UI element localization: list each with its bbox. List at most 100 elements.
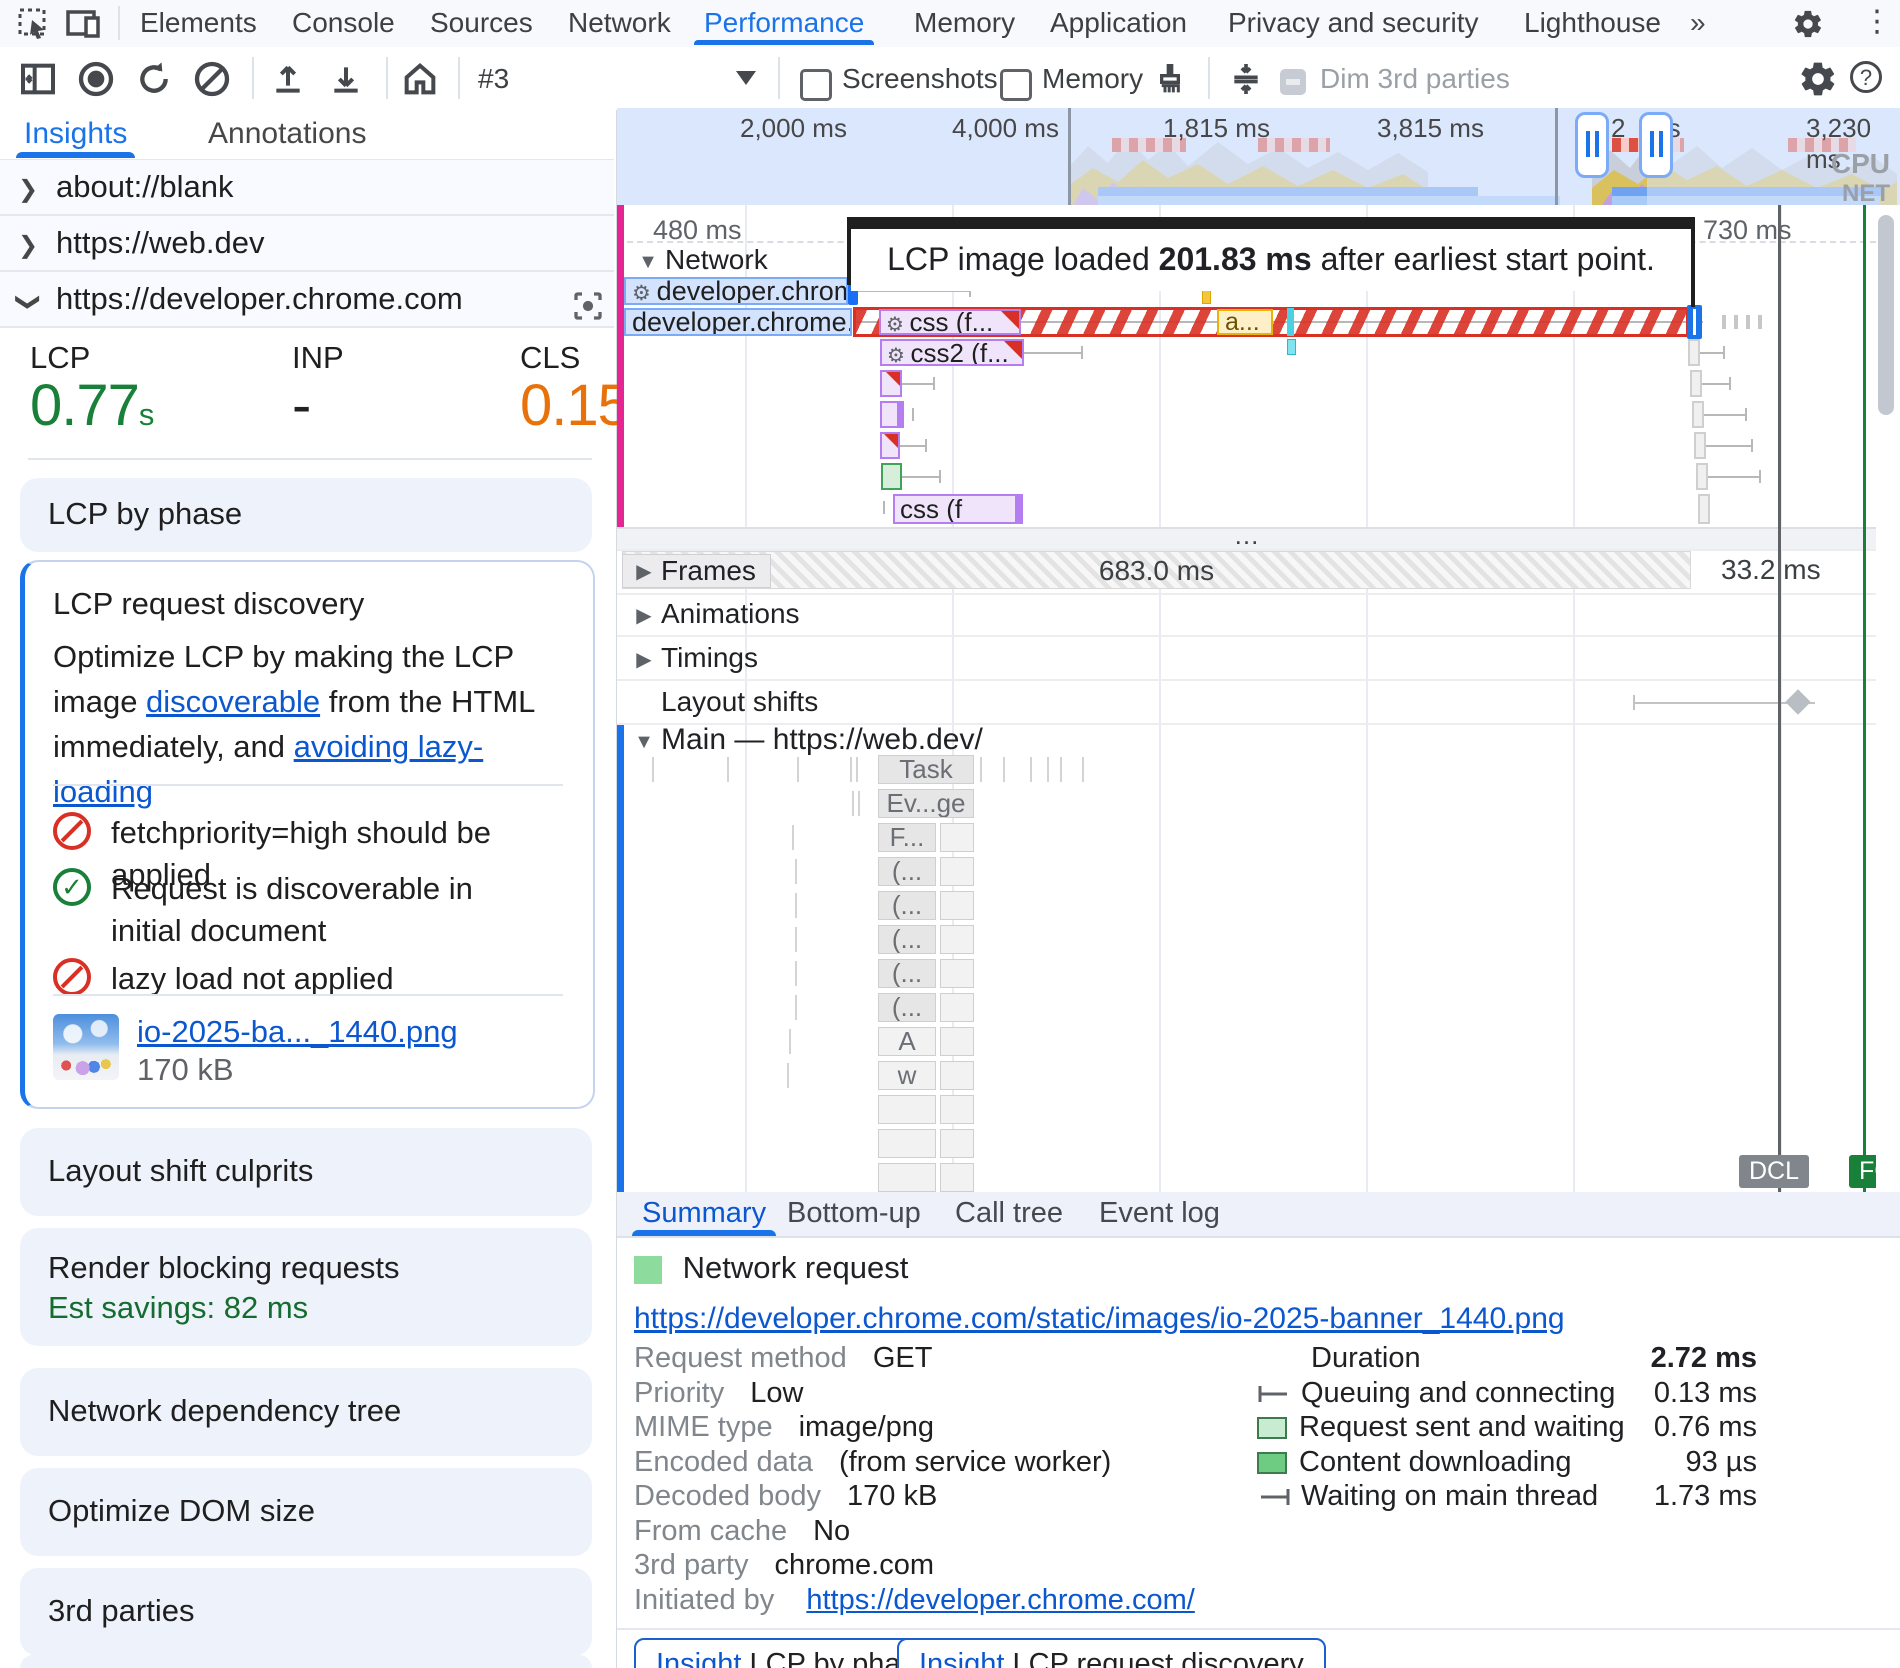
main-block[interactable]: (...	[878, 891, 936, 920]
panel-settings-gear-icon[interactable]	[1798, 59, 1838, 99]
gc-brush-icon[interactable]	[1150, 59, 1190, 99]
lcp-image-filename-link[interactable]: io-2025-ba..._1440.png	[137, 1014, 458, 1050]
panel-tab-elements[interactable]: Elements	[136, 0, 261, 45]
device-toolbar-icon[interactable]	[66, 8, 102, 42]
main-block[interactable]	[878, 1095, 936, 1124]
expand-triangle-icon[interactable]: ▶	[627, 595, 661, 637]
panel-tab-performance[interactable]: Performance	[700, 0, 868, 45]
panel-tab-memory[interactable]: Memory	[910, 0, 1019, 45]
main-block[interactable]	[940, 891, 974, 920]
kebab-menu-icon[interactable]: ⋮	[1862, 4, 1892, 39]
request-bar-css3[interactable]: css (f	[893, 494, 1023, 524]
chevron-right-icon[interactable]: ❯	[0, 219, 56, 273]
track-animations[interactable]: ▶Animations	[617, 593, 1876, 637]
insight-card-network-dependency-tree[interactable]: Network dependency tree	[20, 1368, 592, 1456]
request-bar-small[interactable]	[880, 370, 902, 397]
screenshots-checkbox[interactable]	[800, 69, 832, 101]
network-track-header[interactable]: ▼Network	[631, 245, 768, 275]
main-block[interactable]: (...	[878, 857, 936, 886]
network-request-row2-label[interactable]: developer.chrome...	[624, 308, 852, 336]
request-bar-small[interactable]	[880, 401, 904, 428]
lcp-image-thumbnail[interactable]	[53, 1014, 119, 1080]
main-block[interactable]	[940, 925, 974, 954]
main-block[interactable]	[940, 857, 974, 886]
track-timings[interactable]: ▶Timings	[617, 637, 1876, 681]
lcp-request-discovery-card[interactable]: LCP request discovery Optimize LCP by ma…	[20, 560, 595, 1109]
main-block[interactable]: (...	[878, 959, 936, 988]
collapsed-request[interactable]	[1692, 401, 1704, 428]
dcl-badge[interactable]: DCL	[1739, 1155, 1809, 1188]
details-tab-call-tree[interactable]: Call tree	[955, 1192, 1063, 1234]
sidebar-nav-2[interactable]: ❯https://web.dev	[0, 216, 614, 272]
insight-card-render-blocking-requests[interactable]: Render blocking requestsEst savings: 82 …	[20, 1228, 592, 1346]
main-block[interactable]: (...	[878, 925, 936, 954]
collapsed-request[interactable]	[1690, 370, 1702, 397]
main-block[interactable]	[940, 993, 974, 1022]
main-block[interactable]: A	[878, 1027, 936, 1056]
lcp-annotation[interactable]: LCP image loaded 201.83 ms after earlies…	[847, 217, 1695, 307]
initiator-link[interactable]: https://developer.chrome.com/	[806, 1584, 1194, 1616]
panel-tab-console[interactable]: Console	[288, 0, 399, 45]
download-profile-icon[interactable]	[326, 59, 366, 99]
tab-annotations[interactable]: Annotations	[208, 110, 366, 158]
collapsed-request[interactable]	[1688, 339, 1700, 366]
request-bar-a[interactable]: a...	[1217, 309, 1273, 335]
panel-tab-lighthouse[interactable]: Lighthouse	[1520, 0, 1665, 45]
settings-gear-icon[interactable]	[1792, 8, 1824, 40]
flame-chart[interactable]: 480 ms 730 ms ▼Network ⚙ developer.chrom…	[617, 205, 1876, 1192]
inspect-icon[interactable]	[18, 8, 52, 42]
overview-handle-left[interactable]	[1575, 112, 1609, 178]
network-request-row1-label[interactable]: ⚙ developer.chrom...	[624, 277, 848, 305]
expand-rows-button[interactable]: …	[617, 527, 1876, 551]
main-block[interactable]: (...	[878, 993, 936, 1022]
main-block[interactable]: Task	[878, 755, 974, 784]
details-tab-bottom-up[interactable]: Bottom-up	[787, 1192, 921, 1234]
home-icon[interactable]	[400, 59, 440, 99]
insight-card-3rd-parties[interactable]: 3rd parties	[20, 1568, 592, 1656]
collapsed-request[interactable]	[1694, 432, 1706, 459]
sidebar-nav-3[interactable]: ❯https://developer.chrome.com	[0, 272, 614, 328]
memory-label[interactable]: Memory	[1042, 47, 1143, 110]
main-block[interactable]	[940, 1027, 974, 1056]
more-tabs-chevron[interactable]: »	[1686, 0, 1710, 45]
insight-card-partial[interactable]	[20, 1655, 592, 1668]
vertical-scrollbar[interactable]	[1878, 215, 1894, 415]
request-bar-css[interactable]: ⚙ css (f...	[879, 309, 1021, 335]
panel-tab-privacy-and-security[interactable]: Privacy and security	[1224, 0, 1483, 45]
chevron-right-icon[interactable]: ❯	[0, 163, 56, 217]
details-tab-event-log[interactable]: Event log	[1099, 1192, 1220, 1234]
main-block[interactable]: w	[878, 1061, 936, 1090]
request-bar-green[interactable]	[881, 463, 902, 490]
memory-checkbox[interactable]	[1000, 69, 1032, 101]
main-block[interactable]	[878, 1163, 936, 1192]
main-block[interactable]	[940, 1163, 974, 1192]
collapse-triangle-icon[interactable]: ▼	[627, 727, 661, 757]
insight-card-optimize-dom-size[interactable]: Optimize DOM size	[20, 1468, 592, 1556]
track-main[interactable]: ▼Main — https://web.dev/	[617, 725, 1876, 755]
help-icon[interactable]: ?	[1850, 61, 1882, 93]
main-block[interactable]	[940, 823, 974, 852]
history-dropdown-icon[interactable]	[736, 71, 756, 85]
panel-tab-sources[interactable]: Sources	[426, 0, 537, 45]
collapsed-request[interactable]	[1696, 463, 1708, 490]
insight-card-lcp-by-phase[interactable]: LCP by phase	[20, 478, 592, 552]
chevron-down-icon[interactable]: ❯	[1, 274, 55, 330]
tab-insights[interactable]: Insights	[24, 110, 127, 158]
main-block[interactable]	[878, 1129, 936, 1158]
field-target-icon[interactable]	[570, 288, 606, 324]
collapse-tracks-icon[interactable]	[1226, 59, 1266, 99]
main-block[interactable]: Ev...ge	[878, 789, 974, 818]
fcp-badge[interactable]: FC	[1849, 1155, 1876, 1188]
request-bar-css2[interactable]: ⚙ css2 (f...	[880, 339, 1024, 366]
expand-triangle-icon[interactable]: ▶	[627, 639, 661, 681]
panel-tab-network[interactable]: Network	[564, 0, 675, 45]
history-item-label[interactable]: #3	[478, 47, 509, 110]
upload-profile-icon[interactable]	[268, 59, 308, 99]
reload-record-icon[interactable]	[134, 59, 174, 99]
screenshots-label[interactable]: Screenshots	[842, 47, 998, 110]
insight-card-layout-shift-culprits[interactable]: Layout shift culprits	[20, 1128, 592, 1216]
main-block[interactable]: F...	[878, 823, 936, 852]
clear-icon[interactable]	[192, 59, 232, 99]
sidebar-nav-1[interactable]: ❯about://blank	[0, 160, 614, 216]
request-url-link[interactable]: https://developer.chrome.com/static/imag…	[634, 1302, 1565, 1336]
